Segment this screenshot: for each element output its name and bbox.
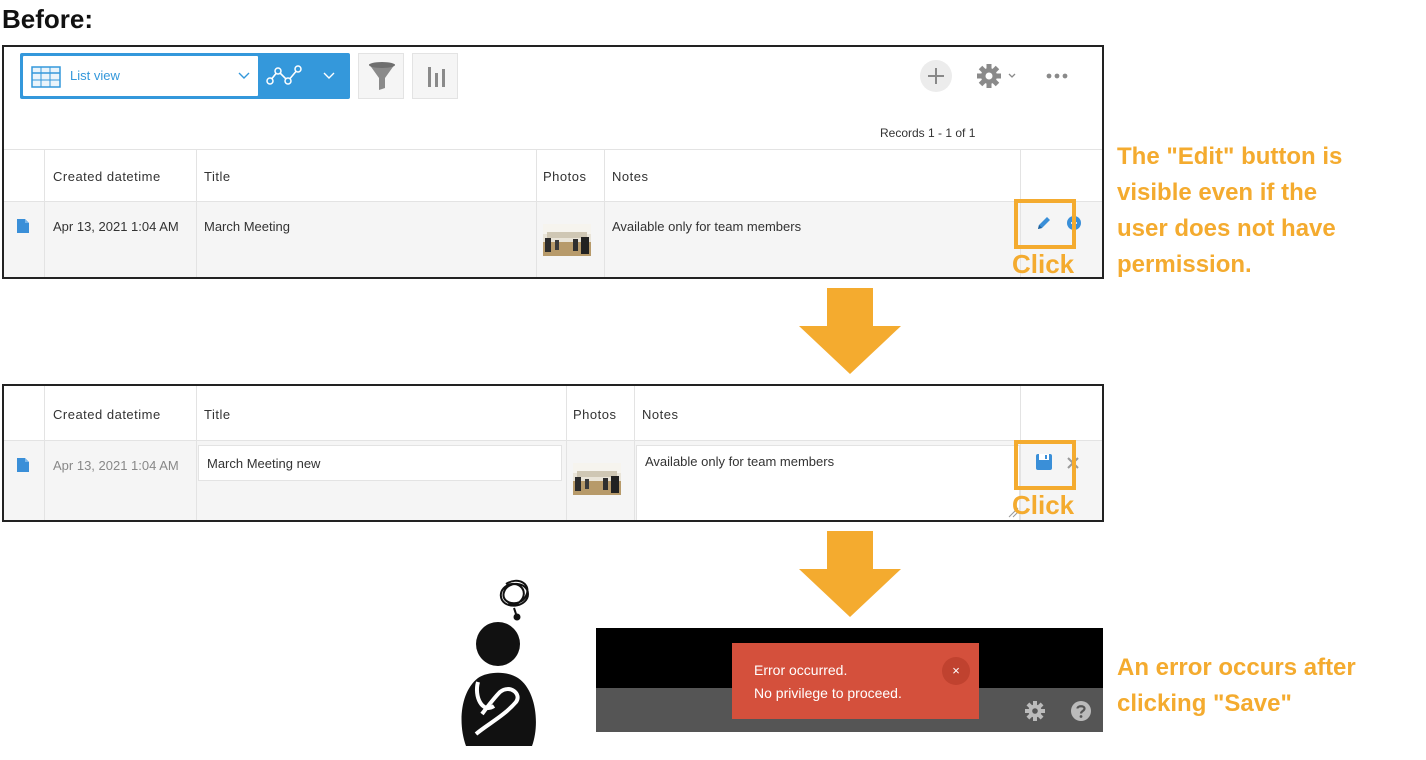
add-record-button[interactable]	[920, 60, 952, 92]
filter-icon	[369, 62, 395, 90]
gear-icon[interactable]	[1024, 700, 1046, 722]
filter-button[interactable]	[358, 53, 404, 99]
column-header-photos[interactable]: Photos	[573, 407, 616, 422]
cell-created: Apr 13, 2021 1:04 AM	[53, 458, 179, 473]
note-line: clicking "Save"	[1117, 690, 1292, 717]
note-line: visible even if the	[1117, 179, 1318, 206]
save-highlight-box	[1014, 440, 1076, 490]
column-header-created[interactable]: Created datetime	[53, 407, 161, 422]
cell-notes: Available only for team members	[612, 219, 802, 234]
column-header-photos[interactable]: Photos	[543, 169, 586, 184]
error-note: An error occurs after clicking "Save"	[1117, 650, 1356, 722]
note-line: The "Edit" button is	[1117, 143, 1343, 170]
more-options-button[interactable]	[1044, 61, 1074, 96]
record-detail-icon[interactable]	[16, 218, 30, 234]
edit-highlight-box	[1014, 199, 1076, 249]
settings-button[interactable]	[974, 61, 1020, 96]
notes-textarea[interactable]: Available only for team members	[636, 445, 1020, 520]
column-header-created[interactable]: Created datetime	[53, 169, 161, 184]
col-divider	[634, 386, 635, 520]
edit-mode-panel: Created datetime Title Photos Notes Apr …	[2, 384, 1104, 522]
note-line: user does not have	[1117, 215, 1336, 242]
col-divider	[604, 149, 605, 277]
col-divider	[44, 149, 45, 277]
confused-person-icon	[461, 579, 536, 746]
table-header-border	[4, 201, 1102, 202]
help-icon[interactable]	[1070, 700, 1092, 722]
chevron-down-icon	[238, 72, 250, 79]
list-view-panel: List view Records 1 - 1 of 1 Created dat…	[2, 45, 1104, 279]
cell-created: Apr 13, 2021 1:04 AM	[53, 219, 179, 234]
ellipsis-icon	[1046, 73, 1068, 79]
meeting-photo-thumbnail[interactable]	[543, 224, 591, 256]
flow-arrow-down	[799, 288, 901, 374]
column-header-notes[interactable]: Notes	[642, 407, 678, 422]
edit-visibility-note: The "Edit" button is visible even if the…	[1117, 139, 1342, 283]
view-dropdown[interactable]: List view	[23, 56, 258, 96]
error-title: Error occurred.	[754, 662, 848, 678]
click-label-edit: Click	[1012, 249, 1075, 279]
graph-icon[interactable]	[266, 63, 306, 87]
view-selector[interactable]: List view	[20, 53, 350, 99]
title-input[interactable]: March Meeting new	[198, 445, 562, 481]
cell-title: March Meeting	[204, 219, 290, 234]
gear-icon	[977, 64, 1016, 88]
column-header-title[interactable]: Title	[204, 169, 231, 184]
view-label: List view	[70, 68, 120, 83]
flow-arrow-down	[799, 531, 901, 617]
photo-image	[543, 224, 591, 256]
records-count: Records 1 - 1 of 1	[880, 126, 976, 140]
col-divider	[44, 386, 45, 520]
column-header-title[interactable]: Title	[204, 407, 231, 422]
col-divider	[536, 149, 537, 277]
col-divider	[566, 386, 567, 520]
record-detail-icon[interactable]	[16, 457, 30, 473]
click-label-save: Click	[1012, 490, 1075, 520]
error-notification: Error occurred. No privilege to proceed.…	[732, 643, 979, 719]
graph-chevron-down-icon[interactable]	[322, 68, 336, 82]
chart-button[interactable]	[412, 53, 458, 99]
note-line: An error occurs after	[1117, 654, 1356, 681]
before-heading: Before:	[2, 4, 94, 34]
note-line: permission.	[1117, 251, 1252, 278]
col-divider	[196, 386, 197, 520]
meeting-photo-thumbnail[interactable]	[573, 463, 621, 495]
plus-icon	[928, 68, 944, 84]
photo-image	[573, 463, 621, 495]
table-top-border	[4, 149, 1102, 150]
close-error-button[interactable]: ×	[942, 657, 970, 685]
error-message: No privilege to proceed.	[754, 685, 902, 701]
col-divider	[196, 149, 197, 277]
table-header-border	[4, 440, 1102, 441]
bar-chart-icon	[428, 67, 445, 87]
column-header-notes[interactable]: Notes	[612, 169, 648, 184]
list-view-icon	[31, 66, 61, 88]
